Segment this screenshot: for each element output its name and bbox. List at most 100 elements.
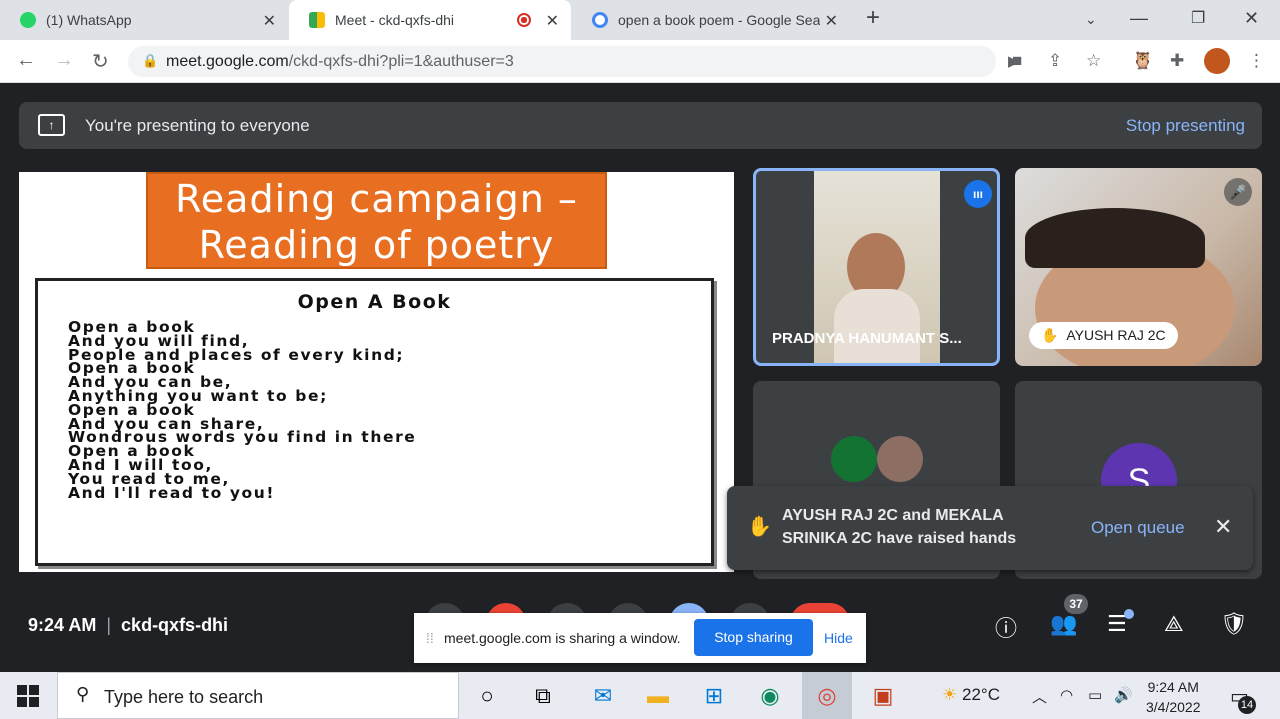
- taskbar-clock[interactable]: 9:24 AM 3/4/2022: [1146, 677, 1201, 717]
- profile-avatar[interactable]: [1204, 48, 1230, 74]
- avatar-bg-m: [831, 436, 877, 482]
- bookmark-star-icon[interactable]: ☆: [1086, 51, 1101, 71]
- clock-date: 3/4/2022: [1146, 699, 1201, 715]
- raised-hand-icon: ✋: [1041, 327, 1059, 343]
- participant-name: PRADNYA HANUMANT S...: [772, 330, 962, 347]
- clock-time: 9:24 AM: [1147, 679, 1199, 695]
- meeting-code: ckd-qxfs-dhi: [121, 615, 229, 635]
- participant-name: AYUSH RAJ 2C: [1066, 327, 1166, 343]
- file-explorer-icon[interactable]: ▬: [643, 681, 673, 711]
- volume-icon[interactable]: 🔊: [1114, 686, 1133, 704]
- minimize-icon[interactable]: —: [1130, 8, 1148, 29]
- people-icon[interactable]: 👥: [1050, 611, 1077, 637]
- close-tab-icon[interactable]: ✕: [825, 11, 838, 31]
- avatar: K: [877, 436, 923, 482]
- reload-icon[interactable]: ↻: [92, 49, 109, 74]
- tab-title: Meet - ckd-qxfs-dhi: [335, 12, 455, 28]
- lock-icon[interactable]: 🔒: [142, 53, 158, 69]
- windows-start-icon[interactable]: [17, 685, 39, 707]
- extension-owl-icon[interactable]: 🦉: [1132, 51, 1153, 71]
- menu-icon[interactable]: ⋮: [1248, 51, 1265, 71]
- store-icon[interactable]: ⊞: [699, 681, 729, 711]
- close-tab-icon[interactable]: ✕: [263, 11, 276, 31]
- meeting-info-icon[interactable]: ⓘ: [995, 611, 1017, 643]
- participant-body: [834, 289, 920, 363]
- close-tab-icon[interactable]: ✕: [546, 11, 559, 31]
- restore-icon[interactable]: ❐: [1191, 8, 1205, 28]
- weather-widget[interactable]: ☀ 22°C: [942, 685, 1000, 705]
- raised-hands-message: AYUSH RAJ 2C and MEKALA SRINIKA 2C have …: [782, 507, 1017, 547]
- speaking-indicator-icon: ııı: [964, 180, 992, 208]
- meet-icon: [309, 12, 325, 28]
- tab-google-search[interactable]: open a book poem - Google Sea ✕: [572, 0, 850, 40]
- notification-count: 14: [1238, 696, 1256, 714]
- task-view-icon[interactable]: ⧉: [528, 681, 558, 711]
- mail-icon[interactable]: ✉: [588, 681, 618, 711]
- google-icon: [592, 12, 608, 28]
- avatar: M: [831, 436, 877, 482]
- poem-box: Open A Book Open a book And you will fin…: [35, 278, 714, 566]
- sharing-text: meet.google.com is sharing a window.: [444, 630, 681, 646]
- tab-whatsapp[interactable]: (1) WhatsApp ✕: [0, 0, 288, 40]
- tab-title: (1) WhatsApp: [46, 12, 132, 28]
- people-count-badge: 37: [1064, 594, 1088, 614]
- participant-hair: [1025, 208, 1205, 268]
- new-tab-button[interactable]: +: [866, 4, 880, 32]
- chrome-icon[interactable]: ◎: [802, 672, 852, 719]
- recording-icon: [517, 13, 531, 27]
- participant-tile-ayush[interactable]: 🎤 ✋ AYUSH RAJ 2C: [1015, 168, 1262, 366]
- edge-icon[interactable]: ◉: [755, 681, 785, 711]
- close-window-icon[interactable]: ✕: [1244, 8, 1259, 29]
- avatar-bg-k: [877, 436, 923, 482]
- camera-in-use-icon[interactable]: ■: [1012, 51, 1022, 71]
- drag-handle-icon[interactable]: ⁞⁞: [426, 630, 434, 646]
- activities-icon[interactable]: ⟁: [1164, 611, 1184, 637]
- stop-sharing-button[interactable]: Stop sharing: [694, 619, 813, 656]
- presenting-banner: ↑ You're presenting to everyone Stop pre…: [19, 102, 1262, 149]
- raised-hands-toast: ✋ AYUSH RAJ 2C and MEKALA SRINIKA 2C hav…: [727, 486, 1253, 570]
- url-field[interactable]: 🔒 meet.google.com/ckd-qxfs-dhi?pli=1&aut…: [128, 46, 1020, 77]
- chat-notification-dot: [1124, 609, 1134, 619]
- whatsapp-icon: [20, 12, 36, 28]
- raised-hand-name-pill: ✋ AYUSH RAJ 2C: [1029, 322, 1178, 349]
- forward-icon[interactable]: →: [54, 49, 74, 72]
- slide-heading: Reading campaign – Reading of poetry: [146, 172, 607, 269]
- taskbar-search-box[interactable]: ⚲ Type here to search: [57, 672, 459, 719]
- weather-sun-icon: ☀: [942, 685, 958, 704]
- show-hidden-icons-icon[interactable]: ︿: [1032, 686, 1047, 707]
- poem-lines: Open a book And you will find, People an…: [68, 319, 416, 500]
- tab-title: open a book poem - Google Sea: [618, 12, 821, 28]
- host-controls-icon[interactable]: 🛡: [1220, 611, 1248, 637]
- wifi-icon[interactable]: ◠: [1060, 686, 1073, 704]
- share-icon[interactable]: ⇪: [1048, 51, 1062, 71]
- hide-button[interactable]: Hide: [824, 630, 853, 646]
- poem-title: Open A Book: [297, 291, 452, 313]
- browser-tab-bar: (1) WhatsApp ✕ Meet - ckd-qxfs-dhi ✕ ope…: [0, 0, 1280, 40]
- notification-center-icon[interactable]: ▭ 14: [1230, 684, 1256, 714]
- open-queue-button[interactable]: Open queue: [1091, 518, 1185, 538]
- battery-icon[interactable]: ▭: [1088, 686, 1102, 704]
- url-host: meet.google.com: [166, 53, 289, 70]
- close-icon[interactable]: ✕: [1214, 514, 1232, 540]
- url-path: /ckd-qxfs-dhi?pli=1&authuser=3: [288, 53, 514, 70]
- raised-hand-icon: ✋: [747, 516, 772, 538]
- slide-heading-line1: Reading campaign –: [175, 177, 578, 221]
- stop-presenting-button[interactable]: Stop presenting: [1126, 116, 1245, 136]
- powerpoint-icon[interactable]: ▣: [868, 681, 898, 711]
- tab-search-icon[interactable]: ⌄: [1085, 11, 1097, 28]
- search-icon: ⚲: [76, 684, 90, 704]
- extensions-icon[interactable]: ✚: [1170, 51, 1184, 71]
- presenting-text: You're presenting to everyone: [85, 116, 310, 135]
- meeting-details: 9:24 AM | ckd-qxfs-dhi: [28, 615, 229, 635]
- meeting-time: 9:24 AM: [28, 615, 97, 635]
- slide-heading-line2: Reading of poetry: [198, 223, 555, 267]
- tab-meet[interactable]: Meet - ckd-qxfs-dhi ✕: [289, 0, 571, 40]
- presented-slide: Reading campaign – Reading of poetry Ope…: [19, 172, 734, 572]
- cortana-icon[interactable]: ○: [472, 681, 502, 711]
- windows-taskbar: ⚲ Type here to search ○ ⧉ ✉ ▬ ⊞ ◉ ◎ ▣ ☀ …: [0, 672, 1280, 719]
- address-bar-row: ← → ↻ 🔒 meet.google.com/ckd-qxfs-dhi?pli…: [0, 40, 1280, 83]
- mic-off-icon: 🎤: [1224, 178, 1252, 206]
- participant-tile-pradnya[interactable]: ııı PRADNYA HANUMANT S...: [753, 168, 1000, 366]
- back-icon[interactable]: ←: [16, 49, 36, 72]
- sharing-notification-bar: ⁞⁞ meet.google.com is sharing a window. …: [414, 613, 866, 663]
